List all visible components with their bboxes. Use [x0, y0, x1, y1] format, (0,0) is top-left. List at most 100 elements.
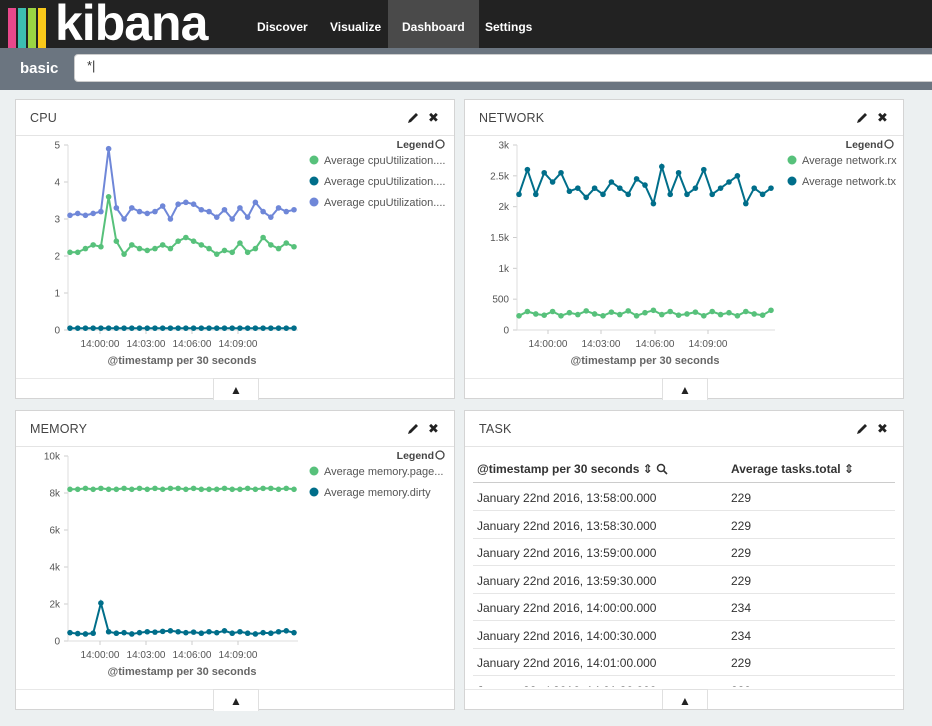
data-point: [221, 628, 228, 634]
data-point: [167, 325, 174, 331]
cell-timestamp[interactable]: January 22nd 2016, 14:00:00.000: [477, 601, 656, 615]
data-point: [759, 312, 766, 318]
y-tick-label: 3: [54, 215, 60, 226]
data-point: [252, 325, 259, 331]
x-tick-label: 14:00:00: [529, 339, 568, 350]
data-point: [283, 208, 290, 215]
collapse-button[interactable]: ▲: [662, 689, 708, 709]
pencil-icon[interactable]: [406, 111, 420, 125]
data-point: [175, 628, 181, 635]
data-point: [183, 234, 189, 241]
legend-title: Legend: [397, 450, 434, 462]
data-point: [90, 325, 96, 331]
data-point: [206, 208, 212, 215]
data-point: [717, 311, 724, 318]
data-point: [283, 485, 290, 492]
close-icon[interactable]: ✖: [877, 421, 888, 437]
query-input[interactable]: *|: [74, 54, 932, 82]
data-point: [198, 486, 205, 493]
close-icon[interactable]: ✖: [877, 110, 888, 126]
data-point: [74, 630, 81, 637]
data-point: [67, 325, 73, 331]
data-point: [237, 628, 243, 635]
network-chart: 0 500 1k 1.5k 2k 2.5k 3k 14:00:00 14:03:00 14:06:…: [490, 139, 897, 367]
x-tick-label: 14:06:00: [173, 650, 212, 661]
data-point: [726, 309, 732, 316]
data-point: [167, 628, 174, 634]
nav-dashboard[interactable]: Dashboard: [388, 0, 479, 48]
y-tick-label: 1k: [498, 264, 510, 275]
data-point: [260, 234, 266, 241]
data-point: [121, 216, 127, 222]
data-point: [743, 308, 749, 315]
collapse-button[interactable]: ▲: [213, 689, 259, 711]
data-point: [533, 191, 539, 198]
cell-timestamp[interactable]: January 22nd 2016, 13:59:00.000: [477, 546, 656, 560]
cell-timestamp[interactable]: January 22nd 2016, 13:59:30.000: [477, 574, 656, 588]
y-tick-label: 500: [492, 295, 509, 306]
data-point: [82, 631, 89, 637]
data-point: [183, 629, 189, 636]
data-point: [268, 485, 274, 492]
data-point: [734, 173, 741, 179]
data-point: [291, 629, 297, 636]
x-axis-label: @timestamp per 30 seconds: [571, 355, 720, 367]
series-line: [69, 148, 295, 222]
pencil-icon[interactable]: [855, 422, 869, 436]
data-point: [275, 325, 282, 331]
data-point: [90, 486, 96, 493]
data-point: [159, 325, 166, 331]
data-point: [221, 247, 228, 254]
data-point: [183, 199, 189, 206]
column-header-tasks[interactable]: Average tasks.total ⇕: [731, 462, 854, 476]
column-header-timestamp[interactable]: @timestamp per 30 seconds ⇕: [477, 462, 668, 476]
x-tick-label: 14:09:00: [689, 339, 728, 350]
nav-settings[interactable]: Settings: [471, 0, 546, 48]
data-point: [159, 242, 166, 248]
pencil-icon[interactable]: [855, 111, 869, 125]
pencil-icon[interactable]: [406, 422, 420, 436]
data-point: [591, 311, 598, 317]
collapse-button[interactable]: ▲: [213, 378, 259, 400]
data-point: [128, 631, 135, 637]
y-tick-label: 5: [54, 141, 60, 152]
collapse-button[interactable]: ▲: [662, 378, 708, 400]
data-point: [692, 185, 699, 191]
data-point: [566, 188, 573, 195]
legend-swatch: [309, 466, 319, 476]
panel-header: CPU ✖: [16, 100, 454, 136]
cell-timestamp[interactable]: January 22nd 2016, 13:58:00.000: [477, 491, 656, 505]
data-point: [67, 249, 73, 256]
panel-header: TASK ✖: [465, 411, 903, 447]
legend-swatch: [309, 487, 319, 497]
cell-timestamp[interactable]: January 22nd 2016, 14:00:30.000: [477, 629, 656, 643]
legend-toggle-icon: [435, 450, 445, 460]
data-point: [190, 629, 197, 635]
data-point: [260, 325, 266, 331]
search-icon[interactable]: [656, 463, 668, 475]
data-point: [190, 325, 197, 331]
data-point: [549, 308, 556, 315]
table-header: @timestamp per 30 seconds ⇕ Average task…: [473, 455, 895, 483]
data-point: [283, 240, 290, 246]
data-point: [617, 185, 623, 191]
kibana-logo[interactable]: kibana: [0, 0, 245, 48]
y-tick-label: 6k: [49, 526, 61, 537]
data-point: [244, 485, 251, 492]
nav-visualize[interactable]: Visualize: [316, 0, 395, 48]
data-point: [275, 245, 282, 252]
cell-timestamp[interactable]: January 22nd 2016, 13:58:30.000: [477, 519, 656, 533]
data-point: [90, 242, 96, 248]
data-point: [275, 628, 282, 635]
data-point: [121, 325, 127, 331]
table-row: January 22nd 2016, 14:00:30.000 234: [473, 622, 895, 649]
data-point: [558, 313, 564, 319]
x-tick-label: 14:03:00: [127, 339, 166, 350]
close-icon[interactable]: ✖: [428, 110, 439, 126]
data-point: [252, 486, 259, 493]
cell-timestamp[interactable]: January 22nd 2016, 14:01:00.000: [477, 656, 656, 670]
close-icon[interactable]: ✖: [428, 421, 439, 437]
panel-network: NETWORK ✖ 0 500 1k 1.5k 2k 2.5k 3k 14:00:00 14:0…: [464, 99, 904, 400]
y-tick-label: 10k: [44, 452, 61, 463]
nav-discover[interactable]: Discover: [243, 0, 322, 48]
